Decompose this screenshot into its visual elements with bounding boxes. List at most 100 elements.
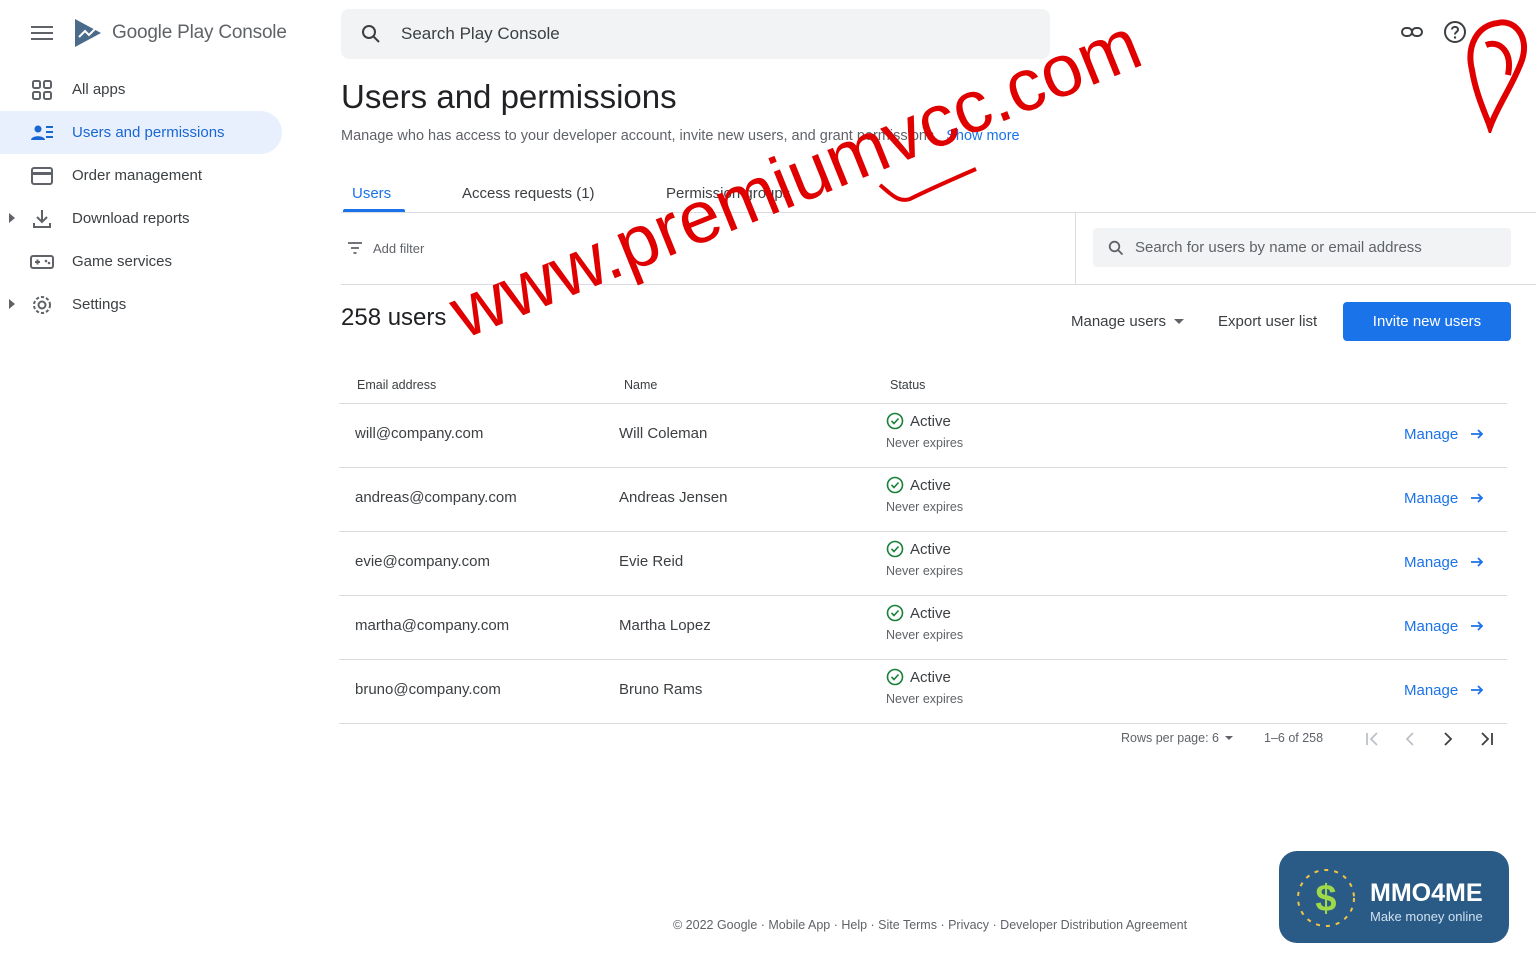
user-name: Andreas Jensen [619, 489, 728, 506]
sidebar-item-label: Download reports [72, 210, 190, 227]
expand-arrow-icon[interactable] [9, 299, 15, 309]
first-page-icon[interactable] [1362, 729, 1382, 749]
expand-arrow-icon[interactable] [9, 213, 15, 223]
expiry-text: Never expires [886, 628, 964, 642]
sidebar-item-order-management[interactable]: Order management [0, 154, 282, 197]
add-filter-button[interactable]: Add filter [346, 239, 424, 257]
check-circle-icon [886, 668, 904, 686]
sidebar-item-label: All apps [72, 81, 126, 98]
credit-card-icon [31, 167, 53, 185]
search-users-placeholder: Search for users by name or email addres… [1135, 239, 1422, 256]
manage-label: Manage [1404, 617, 1459, 635]
status-line: Active [886, 540, 963, 558]
arrow-right-icon [1471, 493, 1484, 503]
menu-bar [31, 26, 53, 28]
footer-links[interactable]: © 2022 Google · Mobile App · Help · Site… [673, 918, 1187, 932]
rows-per-page-label: Rows per page: 6 [1121, 731, 1219, 745]
manage-label: Manage [1404, 425, 1459, 443]
users-count: 258 users [341, 304, 447, 331]
user-email: evie@company.com [355, 553, 490, 570]
sidebar-item-game-services[interactable]: Game services [0, 240, 282, 283]
link-icon[interactable] [1400, 20, 1424, 44]
gamepad-icon [30, 255, 54, 269]
mmo4me-badge: $ MMO4ME Make money online [1279, 851, 1509, 943]
manage-user-link[interactable]: Manage [1404, 553, 1486, 571]
page-title: Users and permissions [341, 78, 677, 115]
manage-user-link[interactable]: Manage [1404, 681, 1486, 699]
check-circle-icon [886, 412, 904, 430]
tab-users[interactable]: Users [352, 185, 391, 202]
red-scribble-mark [1467, 19, 1527, 133]
svg-text:$: $ [1315, 878, 1336, 920]
user-status: Active Never expires [886, 476, 964, 515]
user-status: Active Never expires [886, 540, 964, 579]
expiry-text: Never expires [886, 692, 964, 706]
search-icon [362, 25, 380, 43]
sidebar-item-users-and-permissions[interactable]: Users and permissions [0, 111, 282, 154]
check-circle-icon [886, 604, 904, 622]
table-row[interactable]: martha@company.com Martha Lopez Active N… [339, 596, 1507, 660]
status-label: Active [910, 476, 951, 494]
manage-label: Manage [1404, 681, 1459, 699]
filter-icon [348, 242, 362, 254]
table-header: Email address Name Status [339, 368, 1507, 404]
grid-icon [32, 80, 52, 100]
sidebar-item-settings[interactable]: Settings [0, 283, 282, 326]
rows-per-page-select[interactable]: Rows per page: 6 [1121, 731, 1233, 745]
user-email: martha@company.com [355, 617, 510, 634]
play-console-logo[interactable]: Google Play Console [72, 17, 287, 49]
menu-bar [31, 32, 53, 34]
invite-new-users-button[interactable]: Invite new users [1343, 302, 1511, 341]
table-row[interactable]: will@company.com Will Coleman Active Nev… [339, 404, 1507, 468]
badge-title: MMO4ME [1370, 879, 1483, 907]
tab-access-requests[interactable]: Access requests (1) [462, 185, 595, 202]
pagination-range: 1–6 of 258 [1264, 731, 1324, 745]
check-circle-icon [886, 540, 904, 558]
hamburger-menu-button[interactable] [30, 22, 54, 46]
expiry-text: Never expires [886, 564, 964, 578]
export-user-list-button[interactable]: Export user list [1218, 313, 1317, 330]
column-header-email[interactable]: Email address [357, 378, 436, 392]
last-page-icon[interactable] [1477, 729, 1497, 749]
manage-user-link[interactable]: Manage [1404, 617, 1486, 635]
active-tab-indicator [343, 209, 405, 212]
sidebar-item-label: Order management [72, 167, 203, 184]
play-console-icon [75, 19, 101, 47]
menu-bar [31, 38, 53, 40]
sidebar-item-label: Settings [72, 296, 127, 313]
table-row[interactable]: evie@company.com Evie Reid Active Never … [339, 532, 1507, 596]
manage-user-link[interactable]: Manage [1404, 425, 1486, 443]
manage-users-dropdown[interactable]: Manage users [1071, 313, 1185, 330]
next-page-icon[interactable] [1438, 729, 1458, 749]
user-email: will@company.com [355, 425, 484, 442]
user-status: Active Never expires [886, 668, 964, 707]
sidebar-item-download-reports[interactable]: Download reports [0, 197, 282, 240]
status-label: Active [910, 412, 951, 430]
user-name: Bruno Rams [619, 681, 703, 698]
user-status: Active Never expires [886, 604, 964, 643]
status-line: Active [886, 412, 963, 430]
sidebar-item-label: Game services [72, 253, 173, 270]
manage-users-label: Manage users [1071, 313, 1167, 330]
column-header-name[interactable]: Name [624, 378, 657, 392]
download-icon [33, 210, 51, 228]
user-email: bruno@company.com [355, 681, 501, 698]
user-status: Active Never expires [886, 412, 964, 451]
column-header-status[interactable]: Status [890, 378, 925, 392]
arrow-right-icon [1471, 429, 1484, 439]
manage-user-link[interactable]: Manage [1404, 489, 1486, 507]
search-play-console[interactable]: Search Play Console [341, 9, 1050, 59]
status-label: Active [910, 668, 951, 686]
status-label: Active [910, 604, 951, 622]
sidebar: All apps Users and permissions Order man… [0, 68, 282, 326]
expiry-text: Never expires [886, 500, 964, 514]
search-users-input[interactable]: Search for users by name or email addres… [1093, 228, 1511, 267]
people-icon [31, 125, 53, 140]
expiry-text: Never expires [886, 436, 964, 450]
table-row[interactable]: andreas@company.com Andreas Jensen Activ… [339, 468, 1507, 532]
previous-page-icon[interactable] [1400, 729, 1420, 749]
status-line: Active [886, 476, 963, 494]
brand-name: Google Play Console [112, 22, 287, 43]
table-row[interactable]: bruno@company.com Bruno Rams Active Neve… [339, 660, 1507, 724]
sidebar-item-all-apps[interactable]: All apps [0, 68, 282, 111]
